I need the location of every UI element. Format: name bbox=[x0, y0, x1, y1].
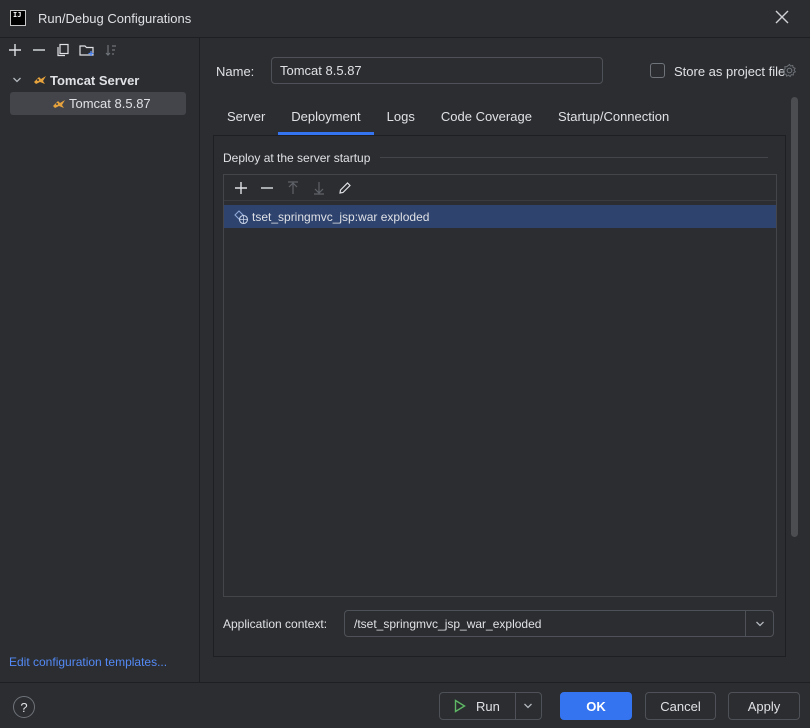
close-button[interactable] bbox=[772, 7, 792, 27]
arrow-up-icon bbox=[288, 180, 298, 194]
copy-configuration-button[interactable] bbox=[51, 39, 75, 61]
configurations-toolbar bbox=[0, 38, 199, 62]
tab-logs[interactable]: Logs bbox=[374, 100, 428, 133]
run-button-group: Run bbox=[439, 692, 542, 720]
footer-divider bbox=[0, 682, 810, 683]
new-folder-icon bbox=[79, 45, 94, 56]
tomcat-icon bbox=[53, 99, 65, 108]
edit-templates-link[interactable]: Edit configuration templates... bbox=[9, 655, 167, 669]
sort-configurations-button[interactable] bbox=[99, 39, 123, 61]
deployment-toolbar bbox=[224, 175, 776, 201]
chevron-down-icon bbox=[524, 703, 533, 709]
tree-group-tomcat-server[interactable]: Tomcat Server bbox=[0, 68, 199, 92]
run-label: Run bbox=[476, 698, 500, 714]
app-icon: IJ bbox=[10, 10, 26, 26]
pencil-icon bbox=[339, 181, 351, 194]
tree-item-label: Tomcat 8.5.87 bbox=[69, 96, 151, 111]
deploy-section-title: Deploy at the server startup bbox=[223, 151, 371, 165]
move-down-button[interactable] bbox=[306, 177, 332, 199]
move-up-button[interactable] bbox=[280, 177, 306, 199]
vertical-scrollbar[interactable] bbox=[791, 97, 798, 537]
play-icon bbox=[454, 699, 466, 713]
plus-icon bbox=[9, 44, 21, 56]
gear-icon[interactable] bbox=[782, 63, 797, 78]
window-title: Run/Debug Configurations bbox=[38, 10, 192, 26]
store-as-project-label[interactable]: Store as project file bbox=[674, 64, 785, 79]
sort-icon bbox=[105, 45, 116, 56]
list-item[interactable]: tset_springmvc_jsp:war exploded bbox=[224, 205, 776, 228]
application-context-value[interactable]: /tset_springmvc_jsp_war_exploded bbox=[345, 617, 745, 631]
panel-divider bbox=[199, 37, 200, 682]
name-field[interactable] bbox=[271, 57, 603, 84]
help-button[interactable]: ? bbox=[13, 696, 35, 718]
chevron-down-icon[interactable] bbox=[12, 75, 24, 85]
minus-icon bbox=[33, 49, 45, 51]
tree-item-tomcat-config[interactable]: Tomcat 8.5.87 bbox=[10, 92, 186, 115]
tab-deployment[interactable]: Deployment bbox=[278, 100, 375, 135]
chevron-down-icon bbox=[755, 621, 764, 626]
application-context-label: Application context: bbox=[223, 617, 328, 631]
tomcat-icon bbox=[34, 76, 46, 84]
remove-artifact-button[interactable] bbox=[254, 177, 280, 199]
context-dropdown-button[interactable] bbox=[745, 611, 773, 636]
configurations-tree: Tomcat Server Tomcat 8.5.87 bbox=[0, 68, 199, 115]
name-label: Name: bbox=[216, 64, 255, 79]
add-configuration-button[interactable] bbox=[3, 39, 27, 61]
edit-artifact-button[interactable] bbox=[332, 177, 358, 199]
tab-startup-connection[interactable]: Startup/Connection bbox=[545, 100, 682, 133]
close-icon bbox=[775, 10, 789, 24]
application-context-combo[interactable]: /tset_springmvc_jsp_war_exploded bbox=[344, 610, 774, 637]
minus-icon bbox=[261, 186, 273, 189]
ok-button[interactable]: OK bbox=[560, 692, 632, 720]
cancel-button[interactable]: Cancel bbox=[645, 692, 716, 720]
config-tabs: Server Deployment Logs Code Coverage Sta… bbox=[214, 100, 682, 136]
apply-button[interactable]: Apply bbox=[728, 692, 800, 720]
add-artifact-button[interactable] bbox=[228, 177, 254, 199]
run-dropdown-button[interactable] bbox=[514, 693, 541, 719]
section-divider bbox=[380, 157, 768, 158]
tree-group-label: Tomcat Server bbox=[50, 72, 140, 88]
run-button[interactable]: Run bbox=[440, 693, 515, 719]
remove-configuration-button[interactable] bbox=[27, 39, 51, 61]
tab-code-coverage[interactable]: Code Coverage bbox=[428, 100, 545, 133]
copy-icon bbox=[57, 43, 69, 57]
arrow-down-icon bbox=[314, 181, 324, 195]
tab-server[interactable]: Server bbox=[214, 100, 278, 133]
title-bar: IJ Run/Debug Configurations bbox=[0, 0, 810, 36]
deployment-list: tset_springmvc_jsp:war exploded bbox=[223, 174, 777, 597]
store-as-project-checkbox[interactable] bbox=[650, 63, 665, 78]
artifact-name: tset_springmvc_jsp:war exploded bbox=[252, 209, 430, 224]
artifact-icon bbox=[234, 209, 249, 224]
plus-icon bbox=[235, 181, 247, 194]
new-folder-button[interactable] bbox=[75, 39, 99, 61]
